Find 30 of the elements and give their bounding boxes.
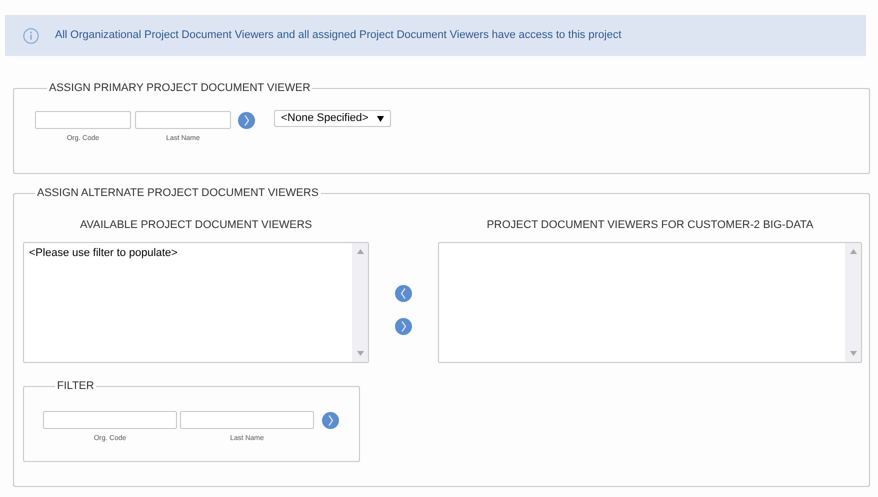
section-title: ASSIGN ALTERNATE PROJECT DOCUMENT VIEWERS: [36, 186, 320, 201]
scroll-down-icon[interactable]: [850, 351, 856, 356]
scroll-up-icon[interactable]: [850, 249, 856, 254]
section-title: FILTER: [56, 379, 96, 394]
chevron-right-icon: [328, 414, 333, 426]
viewer-select[interactable]: <None Specified>: [274, 110, 391, 126]
list-box[interactable]: [438, 242, 862, 363]
scroll-down-icon[interactable]: [356, 351, 364, 356]
move-left-button[interactable]: [395, 284, 412, 302]
input-field[interactable]: [43, 410, 177, 428]
list-item[interactable]: <Please use filter to populate>: [29, 245, 347, 262]
scrollbar[interactable]: [352, 243, 368, 362]
go-button[interactable]: [322, 412, 339, 428]
list-heading: PROJECT DOCUMENT VIEWERS FOR CUSTOMER-2 BIG-DATA: [486, 218, 814, 232]
scrollbar[interactable]: [845, 243, 861, 362]
chevron-left-icon: [401, 288, 406, 298]
chevron-right-icon: [244, 114, 249, 126]
chevron-right-icon: [401, 320, 406, 332]
section-title: ASSIGN PRIMARY PROJECT DOCUMENT VIEWER: [48, 81, 312, 96]
list-heading: AVAILABLE PROJECT DOCUMENT VIEWERS: [80, 218, 312, 232]
info-icon: [23, 28, 39, 44]
move-right-button[interactable]: [395, 318, 412, 334]
scroll-up-icon[interactable]: [356, 249, 364, 254]
dropdown-caret-icon: [377, 114, 384, 122]
input-field[interactable]: [135, 110, 231, 128]
input-field[interactable]: [35, 110, 131, 128]
go-button[interactable]: [238, 112, 255, 128]
info-message: All Organizational Project Document Viewers and all assigned Project Document Viewers have access to this project: [55, 28, 622, 44]
list-box[interactable]: <Please use filter to populate>: [23, 242, 369, 363]
input-field[interactable]: [180, 410, 314, 428]
